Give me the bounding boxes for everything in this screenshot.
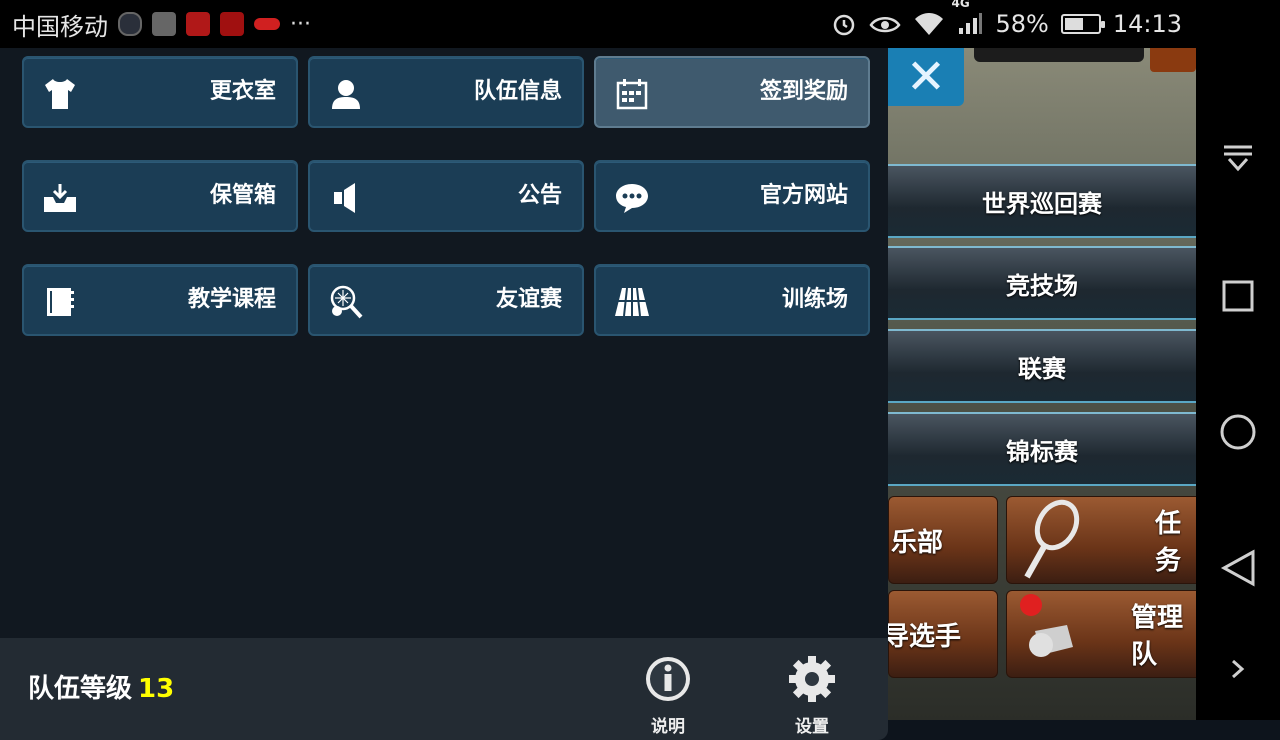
expand-nav-button[interactable]: [1196, 654, 1280, 684]
league-label: 联赛: [1018, 354, 1066, 383]
announcement-label: 公告: [517, 183, 562, 208]
storage-box-button[interactable]: 保管箱: [22, 160, 298, 232]
team-level-label: 队伍等级: [28, 674, 133, 704]
battery-icon: [1060, 14, 1105, 34]
official-website-button[interactable]: 官方网站: [594, 160, 870, 232]
side-menu-panel: 更衣室 队伍信息 签到奖励 保管箱 公告 官方网站 教学课程 友谊赛 训练场 队…: [0, 48, 888, 740]
eye-icon: [869, 17, 902, 33]
whistle-icon: [1020, 594, 1073, 657]
battery-percent: 58%: [995, 10, 1049, 38]
navigation-bar: [1196, 0, 1280, 720]
redpacket-notification-icon: [254, 18, 280, 30]
game-notification-icon: [186, 12, 210, 36]
training-ground-label: 训练场: [781, 287, 848, 312]
shirt-icon: [42, 76, 78, 112]
team-info-button[interactable]: 队伍信息: [308, 56, 584, 128]
official-website-label: 官方网站: [759, 183, 848, 208]
arena-label: 竞技场: [1006, 271, 1078, 300]
manage-team-tile-label: 管理队: [1131, 603, 1184, 670]
inbox-icon: [42, 180, 78, 216]
close-button[interactable]: ✕: [888, 48, 964, 106]
chevron-right-icon: [1232, 659, 1245, 679]
team-level: 队伍等级 13: [28, 668, 174, 705]
status-bar: 中国移动 ··· 4G 58% 14:13: [0, 0, 1196, 48]
wifi-icon: [915, 13, 944, 35]
calendar-icon: [614, 76, 650, 112]
manage-team-tile[interactable]: 管理队: [1006, 590, 1196, 678]
checkin-reward-button[interactable]: 签到奖励: [594, 56, 870, 128]
tasks-tile[interactable]: 任务: [1006, 496, 1196, 584]
settings-button[interactable]: 设置: [772, 654, 852, 737]
game-main-menu: ✕ 世界巡回赛 竞技场 联赛 锦标赛 乐部 任务 导选手 管理队: [888, 48, 1196, 720]
info-icon: [646, 657, 690, 701]
back-button[interactable]: [1196, 548, 1280, 588]
court-icon: [614, 284, 650, 320]
more-notifications: ···: [290, 11, 311, 37]
friendly-match-button[interactable]: 友谊赛: [308, 264, 584, 336]
shop-button[interactable]: [1150, 48, 1196, 72]
players-tile-label: 导选手: [888, 621, 962, 652]
notification-shade-button[interactable]: [1196, 140, 1280, 180]
game-notification-icon: [220, 12, 244, 36]
training-ground-button[interactable]: 训练场: [594, 264, 870, 336]
help-button[interactable]: 说明: [628, 654, 708, 737]
speaker-icon: [328, 180, 364, 216]
gallery-notification-icon: [152, 12, 176, 36]
team-level-value: 13: [138, 674, 175, 704]
triangle-back-icon: [1220, 549, 1255, 587]
racket-icon: [328, 284, 364, 320]
notebook-icon: [42, 284, 78, 320]
tutorial-label: 教学课程: [187, 287, 276, 312]
club-tile[interactable]: 乐部: [888, 496, 998, 584]
chat-icon: [614, 180, 650, 216]
team-info-label: 队伍信息: [473, 79, 562, 104]
recent-apps-button[interactable]: [1196, 276, 1280, 316]
tutorial-button[interactable]: 教学课程: [22, 264, 298, 336]
signal-icon: 4G: [951, 0, 983, 36]
carrier-label: 中国移动: [12, 12, 108, 41]
alarm-icon: [834, 14, 855, 36]
world-tour-button[interactable]: 世界巡回赛: [888, 164, 1196, 238]
world-tour-label: 世界巡回赛: [982, 189, 1102, 218]
players-tile[interactable]: 导选手: [888, 590, 998, 678]
network-type: 4G: [951, 0, 970, 10]
app-notification-icon: [118, 12, 142, 36]
gear-icon: [789, 656, 835, 702]
club-tile-label: 乐部: [891, 527, 944, 558]
announcement-button[interactable]: 公告: [308, 160, 584, 232]
locker-room-button[interactable]: 更衣室: [22, 56, 298, 128]
close-icon: ✕: [905, 49, 947, 105]
arena-button[interactable]: 竞技场: [888, 246, 1196, 320]
circle-icon: [1220, 414, 1256, 450]
square-icon: [1222, 280, 1254, 312]
racket-icon: [1024, 499, 1080, 579]
locker-room-label: 更衣室: [209, 79, 276, 104]
home-button[interactable]: [1196, 412, 1280, 452]
tasks-tile-label: 任务: [1155, 509, 1182, 576]
championship-button[interactable]: 锦标赛: [888, 412, 1196, 486]
settings-label: 设置: [795, 717, 829, 737]
championship-label: 锦标赛: [1006, 437, 1078, 466]
checkin-reward-label: 签到奖励: [759, 79, 848, 104]
help-label: 说明: [651, 717, 685, 737]
notification-icons: ···: [118, 12, 311, 37]
friendly-match-label: 友谊赛: [495, 287, 562, 312]
person-icon: [328, 76, 364, 112]
clock: 14:13: [1112, 10, 1182, 38]
storage-box-label: 保管箱: [209, 183, 276, 208]
league-button[interactable]: 联赛: [888, 329, 1196, 403]
currency-bar: [974, 48, 1144, 62]
panel-footer: 队伍等级 13 说明 设置: [0, 638, 888, 740]
pull-down-icon: [1224, 145, 1252, 172]
